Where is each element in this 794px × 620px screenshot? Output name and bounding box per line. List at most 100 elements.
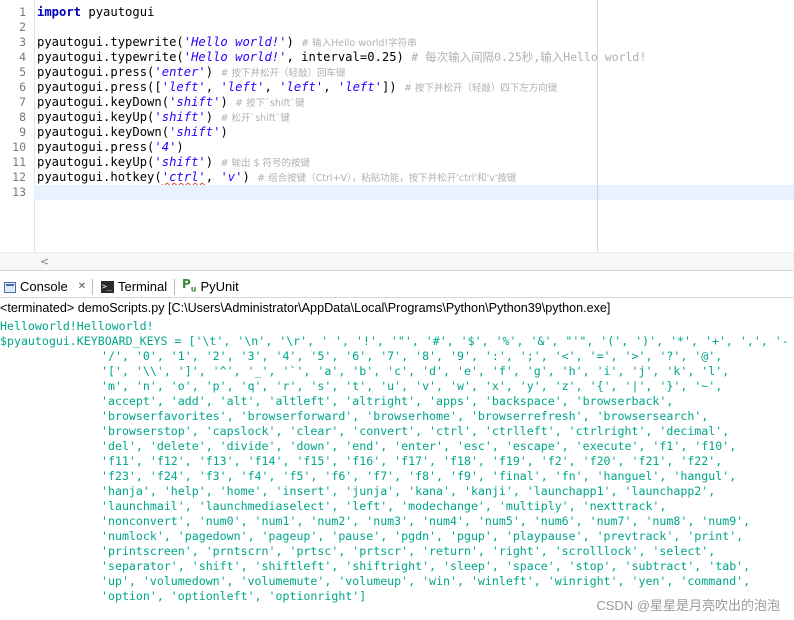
code-token: ) — [220, 95, 236, 109]
line-number: 12 — [12, 170, 26, 184]
code-line[interactable] — [34, 185, 794, 200]
code-token: pyautogui.typewrite( — [37, 50, 184, 64]
console-output-line: '[', '\\', ']', '^', '_', '`', 'a', 'b',… — [101, 364, 730, 378]
console-output-line: 'f23', 'f24', 'f3', 'f4', 'f5', 'f6', 'f… — [101, 469, 737, 483]
line-number: 2 — [19, 20, 26, 34]
code-token: pyautogui.typewrite( — [37, 35, 184, 49]
code-token: , — [205, 80, 221, 94]
console-output-line: 'up', 'volumedown', 'volumemute', 'volum… — [101, 574, 751, 588]
code-token: ) — [176, 140, 184, 154]
code-line[interactable]: pyautogui.press('4') — [37, 140, 184, 155]
line-number: 13 — [12, 185, 26, 199]
tab-terminal-label: Terminal — [118, 279, 168, 294]
code-string: '4' — [154, 140, 177, 154]
line-number: 5 — [19, 65, 26, 79]
console-output-line: 'browserstop', 'capslock', 'clear', 'con… — [101, 424, 730, 438]
terminated-status: <terminated> demoScripts.py [C:\Users\Ad… — [0, 301, 611, 315]
code-token: pyautogui.keyUp( — [37, 155, 155, 169]
code-token: ) — [205, 65, 221, 79]
tab-terminal[interactable]: >_ Terminal — [101, 277, 167, 297]
code-token: pyautogui.hotkey( — [37, 170, 162, 184]
console-output-line: '/', '0', '1', '2', '3', '4', '5', '6', … — [101, 349, 723, 363]
code-editor[interactable]: 1 2 3 4 5 6 7 8 9 10 11 12 13 import pyautogui pyauto… — [0, 0, 794, 252]
code-comment: # 每次输入间隔0.25秒,输入Hello world! — [411, 50, 647, 64]
code-token: pyautogui.press([ — [37, 80, 162, 94]
print-margin-line — [597, 0, 598, 252]
line-number-gutter: 1 2 3 4 5 6 7 8 9 10 11 12 13 — [0, 0, 35, 252]
code-string: 'shift' — [169, 125, 221, 139]
code-token: ) — [205, 155, 221, 169]
code-line[interactable]: pyautogui.keyUp('shift') # 松开`shift`键 — [37, 110, 290, 125]
pyunit-icon: Pu — [182, 277, 197, 294]
code-string: 'shift' — [169, 95, 221, 109]
code-string: 'shift' — [154, 110, 206, 124]
code-token: ) — [220, 125, 228, 139]
line-number: 6 — [19, 80, 26, 94]
code-string: 'v' — [220, 170, 243, 184]
code-line[interactable]: pyautogui.keyUp('shift') # 输出 $ 符号的按键 — [37, 155, 310, 170]
line-number: 4 — [19, 50, 26, 64]
code-string: 'Hello world!' — [183, 35, 287, 49]
console-output-line: 'separator', 'shift', 'shiftleft', 'shif… — [101, 559, 751, 573]
tab-console-label: Console — [20, 279, 68, 294]
code-token: ) — [242, 170, 258, 184]
code-line[interactable]: pyautogui.hotkey('ctrl', 'v') # 组合按键（Ctr… — [37, 170, 516, 185]
console-output-line: 'printscreen', 'prntscrn', 'prtsc', 'prt… — [101, 544, 716, 558]
code-string: 'left' — [161, 80, 206, 94]
console-output-line: 'option', 'optionleft', 'optionright'] — [101, 589, 367, 603]
code-comment: # 按下并松开（轻敲）四下左方向键 — [403, 83, 558, 94]
tab-divider — [92, 279, 93, 295]
code-token: pyautogui.press( — [37, 140, 155, 154]
console-output-line: 'accept', 'add', 'alt', 'altleft', 'altr… — [101, 394, 674, 408]
console-output-line: 'launchmail', 'launchmediaselect', 'left… — [101, 499, 667, 513]
code-line[interactable]: pyautogui.press(['left', 'left', 'left',… — [37, 80, 557, 95]
code-keyword: import — [37, 5, 82, 19]
code-comment: # 输入Hello world!字符串 — [301, 38, 417, 49]
tab-pyunit-label: PyUnit — [200, 279, 239, 294]
code-line[interactable]: pyautogui.typewrite('Hello world!', inte… — [37, 50, 646, 65]
scroll-left-arrow-icon[interactable]: < — [40, 253, 49, 270]
code-string: 'ctrl' — [161, 170, 206, 184]
code-string: 'Hello world!' — [183, 50, 287, 64]
code-token: ) — [205, 110, 221, 124]
line-number: 9 — [19, 125, 26, 139]
line-number: 10 — [12, 140, 26, 154]
code-comment: # 组合按键（Ctrl+V），粘贴功能，按下并松开'ctrl'和'v'按键 — [257, 173, 517, 184]
code-comment: # 按下`shift`键 — [235, 98, 305, 109]
console-output-line: 'm', 'n', 'o', 'p', 'q', 'r', 's', 't', … — [101, 379, 723, 393]
console-output-line: Helloworld!Helloworld! — [0, 319, 154, 333]
code-area[interactable]: import pyautogui pyautogui.typewrite('Hel… — [34, 0, 794, 252]
tab-console[interactable]: Console ✕ — [4, 277, 86, 297]
line-number: 8 — [19, 110, 26, 124]
code-line[interactable]: pyautogui.keyDown('shift') — [37, 125, 228, 140]
console-output-line: 'f11', 'f12', 'f13', 'f14', 'f15', 'f16'… — [101, 454, 723, 468]
code-token: pyautogui.press( — [37, 65, 155, 79]
editor-horizontal-scrollbar[interactable]: < — [0, 252, 794, 271]
line-number: 11 — [12, 155, 26, 169]
tabs-divider — [0, 297, 794, 298]
code-token: pyautogui — [81, 5, 155, 19]
code-line[interactable]: pyautogui.keyDown('shift') # 按下`shift`键 — [37, 95, 305, 110]
code-line[interactable]: pyautogui.typewrite('Hello world!') # 输入… — [37, 35, 417, 50]
code-string: 'enter' — [154, 65, 206, 79]
console-output-line: $pyautogui.KEYBOARD_KEYS = ['\t', '\n', … — [0, 334, 789, 348]
console-output-line: 'hanja', 'help', 'home', 'insert', 'junj… — [101, 484, 716, 498]
console-output-line: 'nonconvert', 'num0', 'num1', 'num2', 'n… — [101, 514, 751, 528]
console-icon — [4, 281, 16, 293]
line-number: 3 — [19, 35, 26, 49]
tab-pyunit[interactable]: Pu PyUnit — [182, 277, 239, 297]
code-token: , — [205, 170, 221, 184]
line-number: 1 — [19, 5, 26, 19]
code-comment: # 输出 $ 符号的按键 — [220, 158, 311, 169]
code-token: ) — [286, 35, 302, 49]
code-line[interactable]: pyautogui.press('enter') # 按下并松开（轻敲）回车键 — [37, 65, 345, 80]
code-string: 'left' — [279, 80, 324, 94]
csdn-watermark: CSDN @星星是月亮吹出的泡泡 — [596, 598, 780, 613]
code-line[interactable]: import pyautogui — [37, 5, 154, 20]
close-icon[interactable]: ✕ — [78, 277, 86, 297]
console-panel-tabs: Console ✕ >_ Terminal Pu PyUnit — [0, 275, 794, 297]
code-token: , interval=0.25) — [286, 50, 412, 64]
code-string: 'left' — [220, 80, 265, 94]
code-string: 'left' — [337, 80, 382, 94]
console-output-line: 'del', 'delete', 'divide', 'down', 'end'… — [101, 439, 737, 453]
